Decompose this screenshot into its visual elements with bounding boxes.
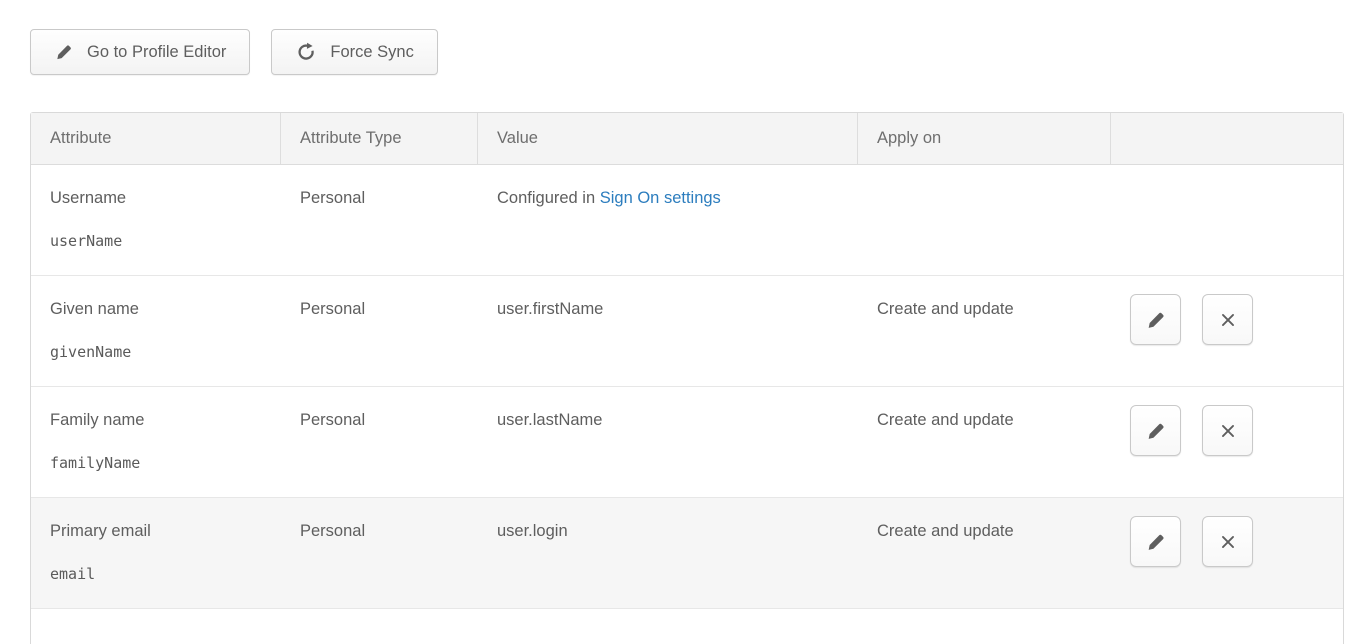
attribute-cell: Given name givenName <box>31 276 281 386</box>
row-actions <box>1111 276 1343 386</box>
go-to-profile-editor-button[interactable]: Go to Profile Editor <box>30 29 250 75</box>
x-icon <box>1217 531 1239 553</box>
attribute-cell: Username userName <box>31 165 281 275</box>
table-row: Primary email email Personal user.login … <box>31 498 1343 609</box>
attribute-table-body: Username userName Personal Configured in… <box>31 165 1343 609</box>
value-cell: user.lastName <box>478 387 858 497</box>
row-actions <box>1111 387 1343 497</box>
pencil-icon <box>1145 420 1167 442</box>
column-header-value: Value <box>478 113 858 164</box>
value-text: Configured in <box>497 189 600 207</box>
force-sync-button[interactable]: Force Sync <box>271 29 437 75</box>
toolbar: Go to Profile Editor Force Sync <box>30 29 1345 75</box>
attribute-cell: Primary email email <box>31 498 281 608</box>
edit-attribute-button[interactable] <box>1130 405 1181 456</box>
table-row-partial <box>31 609 1343 644</box>
attribute-variable-name: givenName <box>50 343 271 361</box>
attribute-type-cell: Personal <box>281 498 478 608</box>
column-header-attribute: Attribute <box>31 113 281 164</box>
delete-attribute-button[interactable] <box>1202 405 1253 456</box>
attribute-cell: Family name familyName <box>31 387 281 497</box>
force-sync-label: Force Sync <box>330 43 413 62</box>
attribute-variable-name: email <box>50 565 271 583</box>
row-actions <box>1111 498 1343 608</box>
attribute-label: Given name <box>50 300 271 319</box>
table-row: Given name givenName Personal user.first… <box>31 276 1343 387</box>
x-icon <box>1217 420 1239 442</box>
attribute-type-cell: Personal <box>281 165 478 275</box>
refresh-icon <box>295 41 317 63</box>
go-to-profile-editor-label: Go to Profile Editor <box>87 43 226 62</box>
attribute-mappings-page: Go to Profile Editor Force Sync Attribut… <box>0 0 1370 644</box>
edit-attribute-button[interactable] <box>1130 294 1181 345</box>
attribute-label: Family name <box>50 411 271 430</box>
apply-on-cell: Create and update <box>858 387 1111 497</box>
value-text: user.lastName <box>497 411 602 429</box>
edit-attribute-button[interactable] <box>1130 516 1181 567</box>
column-header-actions <box>1111 113 1343 164</box>
delete-attribute-button[interactable] <box>1202 516 1253 567</box>
pencil-icon <box>1145 531 1167 553</box>
apply-on-cell: Create and update <box>858 498 1111 608</box>
delete-attribute-button[interactable] <box>1202 294 1253 345</box>
attribute-label: Username <box>50 189 271 208</box>
attribute-variable-name: userName <box>50 232 271 250</box>
attribute-variable-name: familyName <box>50 454 271 472</box>
column-header-apply-on: Apply on <box>858 113 1111 164</box>
attribute-mappings-table: Attribute Attribute Type Value Apply on … <box>30 112 1344 644</box>
pencil-icon <box>1145 309 1167 331</box>
table-header-row: Attribute Attribute Type Value Apply on <box>31 113 1343 165</box>
value-cell: user.login <box>478 498 858 608</box>
apply-on-cell: Create and update <box>858 276 1111 386</box>
attribute-type-cell: Personal <box>281 387 478 497</box>
column-header-attribute-type: Attribute Type <box>281 113 478 164</box>
value-text: user.firstName <box>497 300 603 318</box>
table-row: Username userName Personal Configured in… <box>31 165 1343 276</box>
value-cell: Configured in Sign On settings <box>478 165 858 275</box>
sign-on-settings-link[interactable]: Sign On settings <box>600 189 721 207</box>
value-text: user.login <box>497 522 568 540</box>
attribute-type-cell: Personal <box>281 276 478 386</box>
apply-on-cell <box>858 165 1111 275</box>
attribute-label: Primary email <box>50 522 271 541</box>
value-cell: user.firstName <box>478 276 858 386</box>
x-icon <box>1217 309 1239 331</box>
table-row: Family name familyName Personal user.las… <box>31 387 1343 498</box>
pencil-icon <box>54 42 74 62</box>
